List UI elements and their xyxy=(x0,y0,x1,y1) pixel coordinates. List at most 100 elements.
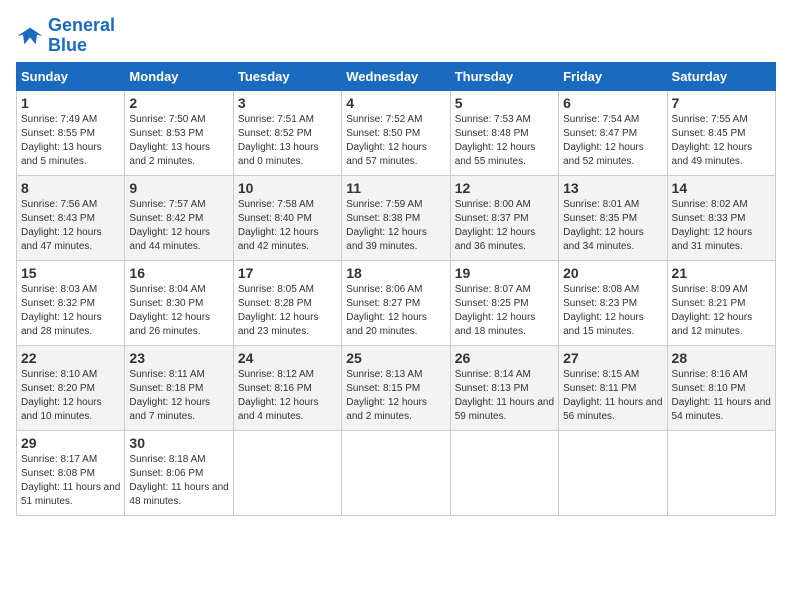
day-number: 12 xyxy=(455,180,554,196)
day-number: 14 xyxy=(672,180,771,196)
day-number: 28 xyxy=(672,350,771,366)
day-detail: Sunrise: 8:08 AMSunset: 8:23 PMDaylight:… xyxy=(563,283,662,339)
day-detail: Sunrise: 8:09 AMSunset: 8:21 PMDaylight:… xyxy=(672,283,771,339)
day-number: 22 xyxy=(21,350,120,366)
calendar-day-cell: 29Sunrise: 8:17 AMSunset: 8:08 PMDayligh… xyxy=(17,430,125,515)
calendar-day-cell: 14 Sunrise: 8:02 AMSunset: 8:33 PMDayligh… xyxy=(667,175,775,260)
day-detail: Sunrise: 7:49 AMSunset: 8:55 PMDaylight:… xyxy=(21,113,120,169)
calendar-day-cell: 26 Sunrise: 8:14 AMSunset: 8:13 PMDayligh… xyxy=(450,345,558,430)
calendar-week-row: 29Sunrise: 8:17 AMSunset: 8:08 PMDayligh… xyxy=(17,430,776,515)
calendar-body: 1 Sunrise: 7:49 AMSunset: 8:55 PMDaylight… xyxy=(17,90,776,515)
calendar-day-cell xyxy=(450,430,558,515)
day-number: 16 xyxy=(129,265,228,281)
day-detail: Sunrise: 7:50 AMSunset: 8:53 PMDaylight:… xyxy=(129,113,228,169)
calendar-day-cell: 23 Sunrise: 8:11 AMSunset: 8:18 PMDayligh… xyxy=(125,345,233,430)
day-number: 21 xyxy=(672,265,771,281)
day-detail: Sunrise: 8:03 AMSunset: 8:32 PMDaylight:… xyxy=(21,283,120,339)
day-detail: Sunrise: 8:00 AMSunset: 8:37 PMDaylight:… xyxy=(455,198,554,254)
day-detail: Sunrise: 7:51 AMSunset: 8:52 PMDaylight:… xyxy=(238,113,337,169)
day-detail: Sunrise: 7:57 AMSunset: 8:42 PMDaylight:… xyxy=(129,198,228,254)
day-detail: Sunrise: 8:14 AMSunset: 8:13 PMDaylight:… xyxy=(455,368,554,424)
calendar-day-cell: 6 Sunrise: 7:54 AMSunset: 8:47 PMDaylight… xyxy=(559,90,667,175)
day-detail: Sunrise: 7:55 AMSunset: 8:45 PMDaylight:… xyxy=(672,113,771,169)
calendar-day-cell: 4 Sunrise: 7:52 AMSunset: 8:50 PMDaylight… xyxy=(342,90,450,175)
day-number: 1 xyxy=(21,95,120,111)
day-number: 9 xyxy=(129,180,228,196)
logo-general: General xyxy=(48,15,115,35)
day-detail: Sunrise: 8:18 AMSunset: 8:06 PMDaylight:… xyxy=(129,453,228,509)
calendar-day-cell: 30Sunrise: 8:18 AMSunset: 8:06 PMDayligh… xyxy=(125,430,233,515)
day-number: 19 xyxy=(455,265,554,281)
calendar-day-cell: 7 Sunrise: 7:55 AMSunset: 8:45 PMDaylight… xyxy=(667,90,775,175)
day-number: 11 xyxy=(346,180,445,196)
day-detail: Sunrise: 8:02 AMSunset: 8:33 PMDaylight:… xyxy=(672,198,771,254)
calendar-day-cell: 2 Sunrise: 7:50 AMSunset: 8:53 PMDaylight… xyxy=(125,90,233,175)
day-number: 23 xyxy=(129,350,228,366)
calendar-day-cell: 15Sunrise: 8:03 AMSunset: 8:32 PMDayligh… xyxy=(17,260,125,345)
day-detail: Sunrise: 8:16 AMSunset: 8:10 PMDaylight:… xyxy=(672,368,771,424)
day-detail: Sunrise: 7:54 AMSunset: 8:47 PMDaylight:… xyxy=(563,113,662,169)
logo-icon xyxy=(16,22,44,50)
page-header: General Blue xyxy=(16,16,776,56)
calendar-day-cell: 5 Sunrise: 7:53 AMSunset: 8:48 PMDaylight… xyxy=(450,90,558,175)
day-number: 24 xyxy=(238,350,337,366)
day-detail: Sunrise: 8:17 AMSunset: 8:08 PMDaylight:… xyxy=(21,453,120,509)
day-detail: Sunrise: 7:56 AMSunset: 8:43 PMDaylight:… xyxy=(21,198,120,254)
calendar-day-cell: 19Sunrise: 8:07 AMSunset: 8:25 PMDayligh… xyxy=(450,260,558,345)
day-detail: Sunrise: 8:15 AMSunset: 8:11 PMDaylight:… xyxy=(563,368,662,424)
calendar-day-cell: 18 Sunrise: 8:06 AMSunset: 8:27 PMDayligh… xyxy=(342,260,450,345)
calendar-day-cell: 1 Sunrise: 7:49 AMSunset: 8:55 PMDaylight… xyxy=(17,90,125,175)
calendar-week-row: 22 Sunrise: 8:10 AMSunset: 8:20 PMDayligh… xyxy=(17,345,776,430)
day-number: 4 xyxy=(346,95,445,111)
calendar-day-cell: 16 Sunrise: 8:04 AMSunset: 8:30 PMDayligh… xyxy=(125,260,233,345)
calendar-day-cell: 20Sunrise: 8:08 AMSunset: 8:23 PMDayligh… xyxy=(559,260,667,345)
day-number: 13 xyxy=(563,180,662,196)
calendar-day-cell xyxy=(559,430,667,515)
weekday-header: Thursday xyxy=(450,62,558,90)
day-number: 5 xyxy=(455,95,554,111)
weekday-header: Friday xyxy=(559,62,667,90)
calendar-day-cell: 12 Sunrise: 8:00 AMSunset: 8:37 PMDayligh… xyxy=(450,175,558,260)
day-detail: Sunrise: 7:53 AMSunset: 8:48 PMDaylight:… xyxy=(455,113,554,169)
day-number: 8 xyxy=(21,180,120,196)
calendar-day-cell: 17 Sunrise: 8:05 AMSunset: 8:28 PMDayligh… xyxy=(233,260,341,345)
calendar-day-cell xyxy=(667,430,775,515)
day-number: 26 xyxy=(455,350,554,366)
day-detail: Sunrise: 7:58 AMSunset: 8:40 PMDaylight:… xyxy=(238,198,337,254)
weekday-row: SundayMondayTuesdayWednesdayThursdayFrid… xyxy=(17,62,776,90)
calendar-header: SundayMondayTuesdayWednesdayThursdayFrid… xyxy=(17,62,776,90)
logo-text: General Blue xyxy=(48,16,115,56)
weekday-header: Sunday xyxy=(17,62,125,90)
day-number: 2 xyxy=(129,95,228,111)
calendar-day-cell: 27 Sunrise: 8:15 AMSunset: 8:11 PMDayligh… xyxy=(559,345,667,430)
calendar-day-cell: 8 Sunrise: 7:56 AMSunset: 8:43 PMDaylight… xyxy=(17,175,125,260)
day-number: 7 xyxy=(672,95,771,111)
calendar-day-cell: 3 Sunrise: 7:51 AMSunset: 8:52 PMDaylight… xyxy=(233,90,341,175)
day-detail: Sunrise: 7:59 AMSunset: 8:38 PMDaylight:… xyxy=(346,198,445,254)
day-number: 17 xyxy=(238,265,337,281)
day-detail: Sunrise: 8:13 AMSunset: 8:15 PMDaylight:… xyxy=(346,368,445,424)
calendar-day-cell xyxy=(233,430,341,515)
calendar-week-row: 8 Sunrise: 7:56 AMSunset: 8:43 PMDaylight… xyxy=(17,175,776,260)
calendar-day-cell: 24 Sunrise: 8:12 AMSunset: 8:16 PMDayligh… xyxy=(233,345,341,430)
day-number: 6 xyxy=(563,95,662,111)
calendar-day-cell: 10Sunrise: 7:58 AMSunset: 8:40 PMDayligh… xyxy=(233,175,341,260)
weekday-header: Saturday xyxy=(667,62,775,90)
calendar-day-cell: 13Sunrise: 8:01 AMSunset: 8:35 PMDayligh… xyxy=(559,175,667,260)
day-detail: Sunrise: 7:52 AMSunset: 8:50 PMDaylight:… xyxy=(346,113,445,169)
calendar-table: SundayMondayTuesdayWednesdayThursdayFrid… xyxy=(16,62,776,516)
day-number: 18 xyxy=(346,265,445,281)
day-number: 27 xyxy=(563,350,662,366)
calendar-day-cell: 25Sunrise: 8:13 AMSunset: 8:15 PMDayligh… xyxy=(342,345,450,430)
day-detail: Sunrise: 8:11 AMSunset: 8:18 PMDaylight:… xyxy=(129,368,228,424)
calendar-day-cell: 11 Sunrise: 7:59 AMSunset: 8:38 PMDayligh… xyxy=(342,175,450,260)
day-detail: Sunrise: 8:10 AMSunset: 8:20 PMDaylight:… xyxy=(21,368,120,424)
calendar-day-cell: 21 Sunrise: 8:09 AMSunset: 8:21 PMDayligh… xyxy=(667,260,775,345)
day-number: 3 xyxy=(238,95,337,111)
day-detail: Sunrise: 8:05 AMSunset: 8:28 PMDaylight:… xyxy=(238,283,337,339)
calendar-day-cell: 22 Sunrise: 8:10 AMSunset: 8:20 PMDayligh… xyxy=(17,345,125,430)
day-detail: Sunrise: 8:06 AMSunset: 8:27 PMDaylight:… xyxy=(346,283,445,339)
day-detail: Sunrise: 8:12 AMSunset: 8:16 PMDaylight:… xyxy=(238,368,337,424)
day-detail: Sunrise: 8:04 AMSunset: 8:30 PMDaylight:… xyxy=(129,283,228,339)
weekday-header: Wednesday xyxy=(342,62,450,90)
